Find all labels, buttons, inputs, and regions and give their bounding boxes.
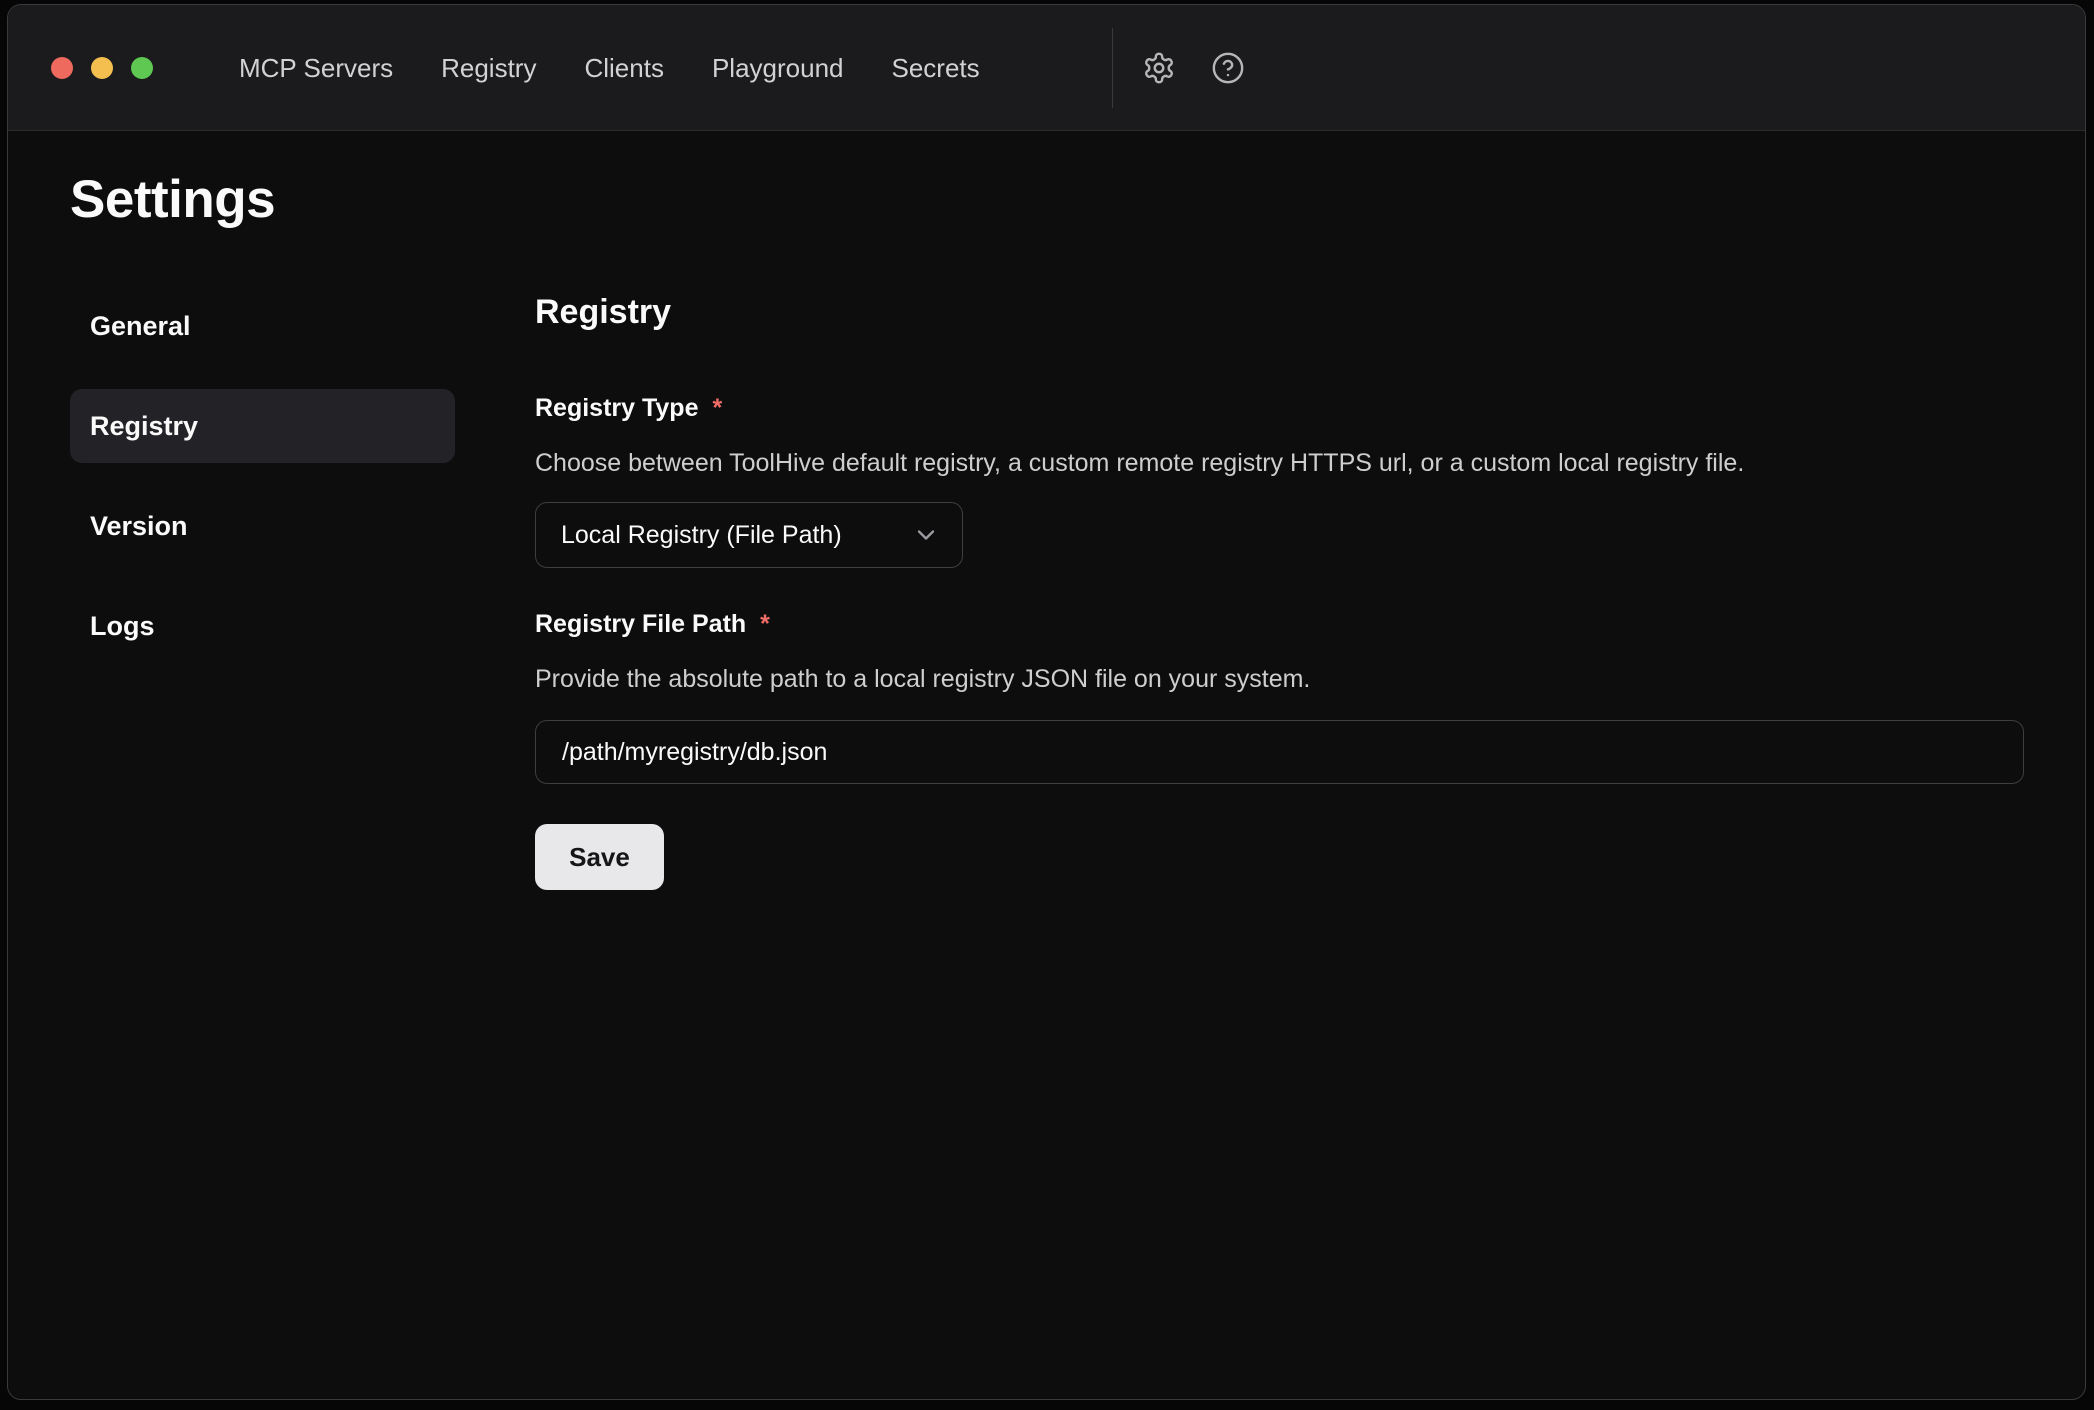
- nav-mcp-servers[interactable]: MCP Servers: [239, 53, 393, 84]
- registry-settings-panel: Registry Registry Type * Choose between …: [535, 292, 2024, 890]
- nav-clients[interactable]: Clients: [584, 53, 663, 84]
- nav-registry[interactable]: Registry: [441, 53, 536, 84]
- save-button[interactable]: Save: [535, 824, 664, 890]
- registry-file-path-description: Provide the absolute path to a local reg…: [535, 664, 2024, 694]
- registry-type-description: Choose between ToolHive default registry…: [535, 448, 2024, 478]
- required-asterisk: *: [712, 392, 722, 424]
- titlebar-divider: [1112, 28, 1113, 108]
- window-controls: [51, 57, 153, 79]
- settings-sidebar: General Registry Version Logs: [70, 289, 455, 663]
- registry-type-selected-value: Local Registry (File Path): [561, 521, 842, 550]
- help-icon[interactable]: [1211, 51, 1245, 85]
- app-window: MCP Servers Registry Clients Playground …: [7, 4, 2086, 1400]
- close-window-button[interactable]: [51, 57, 73, 79]
- sidebar-item-version[interactable]: Version: [70, 489, 455, 563]
- section-heading: Registry: [535, 292, 2024, 332]
- required-asterisk: *: [760, 608, 770, 640]
- sidebar-item-registry[interactable]: Registry: [70, 389, 455, 463]
- chevron-down-icon: [912, 521, 940, 549]
- registry-file-path-input[interactable]: [535, 720, 2024, 784]
- registry-type-select[interactable]: Local Registry (File Path): [535, 502, 963, 568]
- nav-playground[interactable]: Playground: [712, 53, 844, 84]
- page-title: Settings: [70, 169, 275, 230]
- minimize-window-button[interactable]: [91, 57, 113, 79]
- registry-file-path-label: Registry File Path *: [535, 608, 2024, 640]
- sidebar-item-general[interactable]: General: [70, 289, 455, 363]
- titlebar: MCP Servers Registry Clients Playground …: [8, 5, 2085, 131]
- zoom-window-button[interactable]: [131, 57, 153, 79]
- sidebar-item-logs[interactable]: Logs: [70, 589, 455, 663]
- settings-gear-icon[interactable]: [1142, 51, 1176, 85]
- main-nav: MCP Servers Registry Clients Playground …: [239, 5, 980, 131]
- nav-secrets[interactable]: Secrets: [892, 53, 980, 84]
- registry-type-label: Registry Type *: [535, 392, 2024, 424]
